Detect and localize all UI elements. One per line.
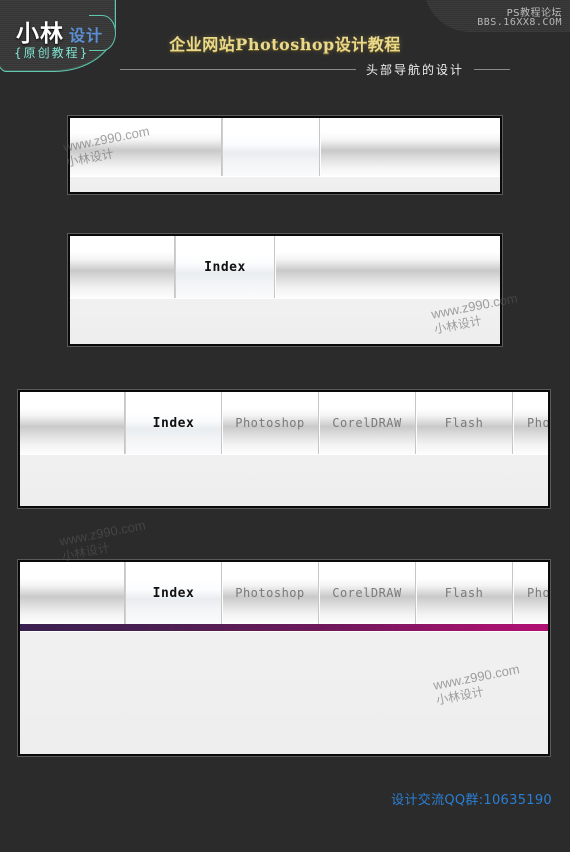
nav-item-photo-truncated[interactable]: Pho (513, 392, 548, 454)
forum-url-text: BBS.16XX8.COM (477, 17, 562, 28)
accent-underline-bar (20, 624, 548, 631)
panel-body-1 (70, 176, 500, 192)
navbar-1 (70, 118, 500, 176)
nav-item-photo-truncated[interactable]: Pho (513, 562, 548, 624)
nav-cell-spacer-right[interactable] (320, 118, 500, 176)
nav-cell-spacer-right[interactable] (275, 236, 500, 298)
subtitle-row: 头部导航的设计 (120, 61, 510, 78)
rule-right (474, 69, 510, 70)
panel-body-3 (20, 454, 548, 506)
nav-item-flash[interactable]: Flash (416, 392, 513, 454)
nav-item-flash[interactable]: Flash (416, 562, 513, 624)
panel-body-4 (20, 631, 548, 754)
footer-qq-group: 设计交流QQ群:10635190 (391, 793, 552, 808)
navbar-2: Index (70, 236, 500, 298)
navbar-4: Index Photoshop CorelDRAW Flash Pho (20, 562, 548, 624)
nav-cell-spacer-left[interactable] (20, 392, 125, 454)
logo-tagline: {原创教程} (14, 46, 90, 60)
page-subtitle: 头部导航的设计 (365, 63, 464, 77)
watermark: www.z990.com 小林设计 (58, 517, 150, 564)
nav-preview-panel-3: Index Photoshop CorelDRAW Flash Pho (18, 390, 550, 508)
nav-cell-active-blank[interactable] (222, 118, 320, 176)
navbar-3: Index Photoshop CorelDRAW Flash Pho (20, 392, 548, 454)
nav-preview-panel-4: Index Photoshop CorelDRAW Flash Pho (18, 560, 550, 756)
watermark-url: www.z990.com (58, 517, 147, 549)
nav-item-index[interactable]: Index (125, 562, 222, 624)
nav-preview-panel-2: Index (68, 234, 502, 346)
nav-preview-panel-1 (68, 116, 502, 194)
nav-item-coreldraw[interactable]: CorelDRAW (319, 562, 416, 624)
nav-cell-spacer-left[interactable] (20, 562, 125, 624)
nav-item-photoshop[interactable]: Photoshop (222, 562, 319, 624)
page-header: 小林 设计 {原创教程} PS教程论坛 BBS.16XX8.COM 企业网站Ph… (0, 0, 570, 92)
logo-title: 小林 设计 (16, 14, 103, 48)
nav-item-coreldraw[interactable]: CorelDRAW (319, 392, 416, 454)
rule-left (120, 69, 356, 70)
logo-main-text: 小林 (16, 21, 64, 47)
logo-sub-text: 设计 (69, 26, 104, 45)
nav-cell-spacer-left[interactable] (70, 118, 222, 176)
nav-cell-spacer-left[interactable] (70, 236, 175, 298)
panel-body-2 (70, 298, 500, 344)
nav-item-photoshop[interactable]: Photoshop (222, 392, 319, 454)
nav-item-index[interactable]: Index (175, 236, 275, 298)
nav-item-index[interactable]: Index (125, 392, 222, 454)
